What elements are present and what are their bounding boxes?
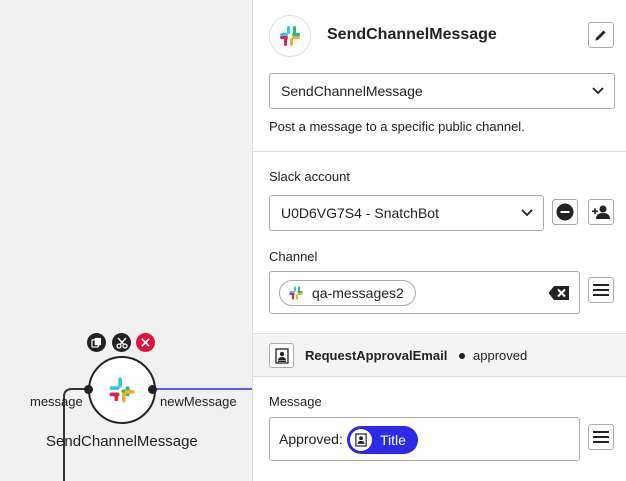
pencil-icon [595,30,606,41]
channel-label: Channel [269,249,318,264]
output-port-label: newMessage [160,394,237,409]
edit-button[interactable] [588,22,614,48]
method-select[interactable]: SendChannelMessage [269,73,615,109]
backspace-icon[interactable] [548,285,570,301]
input-port-label: message [30,394,83,409]
minus-circle-icon [556,203,574,221]
scissors-icon[interactable] [112,333,131,352]
channel-menu-button[interactable] [588,277,614,303]
source-field: approved [473,348,528,363]
variable-chip[interactable]: Title [347,426,418,454]
properties-panel: SendChannelMessage SendChannelMessage Po… [252,0,626,481]
source-name: RequestApprovalEmail [305,348,448,363]
slack-logo-icon [289,286,303,300]
method-select-value: SendChannelMessage [281,83,423,99]
output-port[interactable] [148,385,157,394]
workflow-node[interactable] [88,356,156,424]
variable-chip-label: Title [380,432,406,448]
panel-title: SendChannelMessage [327,26,497,43]
slack-account-select[interactable]: U0D6VG7S4 - SnatchBot [269,195,544,231]
message-prefix: Approved: [279,431,343,447]
add-user-icon [592,205,610,219]
document-user-icon [269,343,294,368]
method-description: Post a message to a specific public chan… [269,119,525,134]
add-account-button[interactable] [588,199,614,225]
message-input[interactable]: Approved: Title [269,417,580,461]
channel-chip-label: qa-messages2 [312,285,404,301]
slack-logo-icon [109,377,135,403]
message-menu-button[interactable] [588,424,614,450]
document-user-icon [350,429,372,451]
remove-account-button[interactable] [552,199,578,225]
workflow-canvas[interactable]: message newMessage SendChannelMessage [0,0,252,481]
hamburger-icon [593,284,609,296]
separator-dot [459,353,465,359]
hamburger-icon [593,431,609,443]
app-logo [269,15,311,57]
message-label: Message [269,394,322,409]
slack-account-value: U0D6VG7S4 - SnatchBot [281,205,439,221]
close-icon[interactable] [136,333,155,352]
source-bar: RequestApprovalEmail approved [253,333,626,377]
slack-account-label: Slack account [269,169,350,184]
copy-icon[interactable] [87,333,106,352]
channel-input[interactable]: qa-messages2 [269,271,580,314]
node-title: SendChannelMessage [46,433,198,450]
chevron-down-icon [592,87,604,95]
input-port[interactable] [84,385,93,394]
channel-chip[interactable]: qa-messages2 [279,280,416,306]
divider [253,151,626,152]
chevron-down-icon [521,209,533,217]
slack-logo-icon [280,26,300,46]
